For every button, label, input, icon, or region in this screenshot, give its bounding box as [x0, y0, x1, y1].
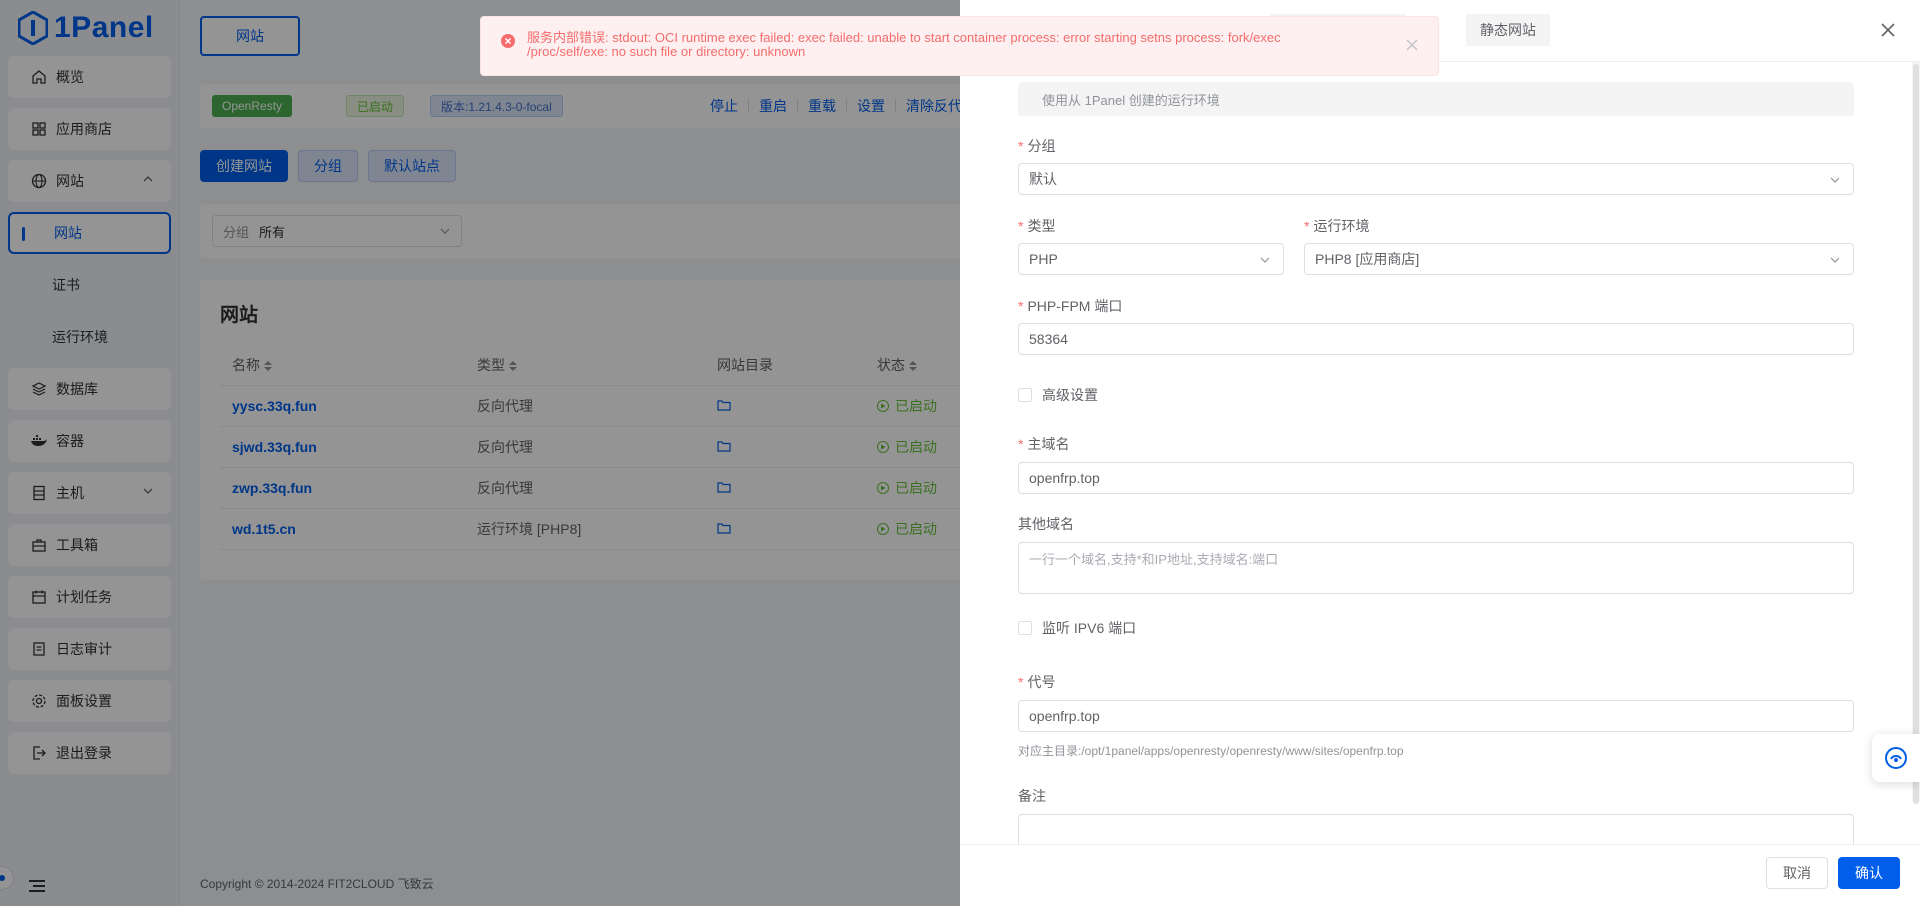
alias-input[interactable]: openfrp.top — [1018, 700, 1854, 732]
type-label: * 类型 — [1018, 218, 1056, 234]
group-label: * 分组 — [1018, 138, 1056, 154]
chevron-down-icon — [1260, 257, 1270, 263]
drawer-form: 使用从 1Panel 创建的运行环境 * 分组 默认 * 类型 PHP * 运行环境 … — [1018, 62, 1862, 844]
runtime-select[interactable]: PHP8 [应用商店] — [1304, 243, 1854, 275]
error-message: 服务内部错误: stdout: OCI runtime exec failed:… — [527, 30, 1281, 59]
close-icon[interactable] — [1876, 18, 1900, 42]
checkbox-box — [1018, 388, 1032, 402]
checkbox-box — [1018, 621, 1032, 635]
error-icon — [501, 34, 515, 48]
primary-domain-input[interactable]: openfrp.top — [1018, 462, 1854, 494]
fpm-port-input[interactable]: 58364 — [1018, 323, 1854, 355]
remark-label: 备注 — [1018, 788, 1046, 804]
other-domains-label: 其他域名 — [1018, 516, 1074, 532]
scrollbar-thumb[interactable] — [1913, 64, 1919, 804]
tab-static-website[interactable]: 静态网站 — [1466, 14, 1550, 46]
other-domains-textarea[interactable]: 一行一个域名,支持*和IP地址,支持域名:端口 — [1018, 542, 1854, 594]
runtime-hint: 使用从 1Panel 创建的运行环境 — [1018, 82, 1854, 116]
error-toast: 服务内部错误: stdout: OCI runtime exec failed:… — [480, 16, 1439, 76]
drawer-footer: 取消 确认 — [960, 844, 1920, 906]
customer-service-icon[interactable] — [1872, 734, 1920, 782]
ipv6-checkbox[interactable]: 监听 IPV6 端口 — [1018, 618, 1136, 638]
confirm-button[interactable]: 确认 — [1838, 857, 1900, 889]
runtime-label: * 运行环境 — [1304, 218, 1370, 234]
fpm-port-label: * PHP-FPM 端口 — [1018, 298, 1123, 314]
alias-help: 对应主目录:/opt/1panel/apps/openresty/openres… — [1018, 744, 1404, 758]
create-website-drawer: 静态网站 使用从 1Panel 创建的运行环境 * 分组 默认 * 类型 PHP *… — [960, 0, 1920, 906]
alias-label: * 代号 — [1018, 674, 1056, 690]
type-select[interactable]: PHP — [1018, 243, 1284, 275]
chevron-down-icon — [1830, 177, 1840, 183]
chevron-down-icon — [1830, 257, 1840, 263]
advanced-settings-checkbox[interactable]: 高级设置 — [1018, 385, 1098, 405]
cancel-button[interactable]: 取消 — [1766, 857, 1828, 889]
group-select[interactable]: 默认 — [1018, 163, 1854, 195]
primary-domain-label: * 主域名 — [1018, 436, 1070, 452]
close-icon[interactable] — [1406, 39, 1418, 51]
remark-input[interactable] — [1018, 814, 1854, 844]
